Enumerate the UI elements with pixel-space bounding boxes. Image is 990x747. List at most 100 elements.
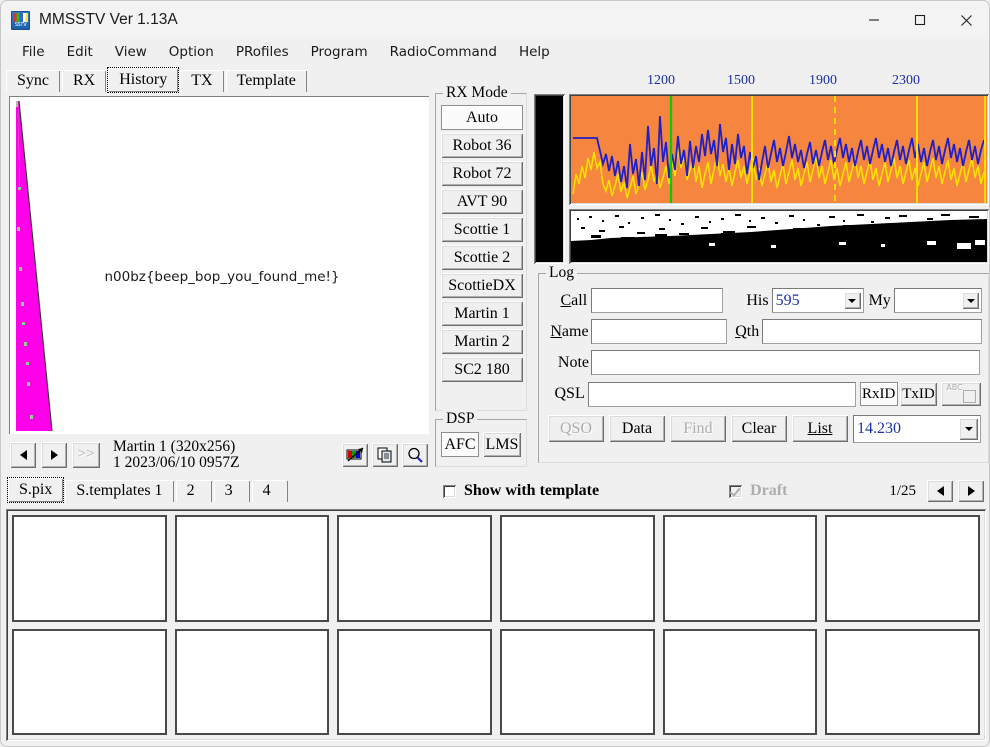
log-note-label: Note [557,353,589,371]
history-fast-forward-button[interactable]: >> [71,440,101,469]
rxid-button[interactable]: RxID [858,381,899,407]
thumbnail-cell[interactable] [337,628,492,735]
rx-mode-robot36[interactable]: Robot 36 [440,132,524,159]
thumbnail-cell[interactable] [662,515,818,622]
rx-mode-robot72[interactable]: Robot 72 [440,160,524,187]
tab-2[interactable]: 2 [174,479,213,503]
menu-help[interactable]: Help [508,41,561,63]
log-call-input[interactable] [591,288,724,313]
rx-mode-list: Auto Robot 36 Robot 72 AVT 90 Scottie 1 … [440,104,524,383]
level-meter [534,94,565,264]
copy-icon[interactable] [371,441,399,468]
zoom-icon[interactable] [401,441,429,468]
rx-mode-scottie2[interactable]: Scottie 2 [440,244,524,271]
tab-spix[interactable]: S.pix [7,477,65,503]
main-tab-bar: Sync RX History TX Template [1,67,435,93]
rx-mode-scottiedx[interactable]: ScottieDX [440,272,524,299]
maximize-icon[interactable] [897,1,943,39]
menu-program[interactable]: Program [300,41,379,63]
clear-button[interactable]: Clear [730,414,788,443]
tab-sync[interactable]: Sync [5,69,61,93]
chevron-down-icon[interactable] [962,292,979,309]
draft-checkbox[interactable] [729,484,743,498]
menu-view[interactable]: View [104,41,158,63]
log-his-label: His [746,291,769,309]
tab-3[interactable]: 3 [212,479,251,503]
rx-mode-sc2180[interactable]: SC2 180 [440,356,524,383]
thumbnail-panel [6,509,986,741]
rx-mode-martin2[interactable]: Martin 2 [440,328,524,355]
menu-file[interactable]: File [11,41,56,63]
log-my-combo[interactable] [893,288,982,313]
triangle-left-icon [937,486,944,496]
frequency-value: 14.230 [857,419,901,437]
chevron-down-icon[interactable] [959,417,978,440]
rx-mode-martin1[interactable]: Martin 1 [440,300,524,327]
page-next-button[interactable] [957,479,985,503]
show-with-template-label: Show with template [464,482,600,499]
log-qth-input[interactable] [762,319,982,344]
spectrum-scale: 1200 1500 1900 2300 [569,73,989,93]
history-image-panel[interactable]: n00bz{beep_bop_you_found_me!} [9,96,429,434]
spectrum-display[interactable] [569,94,989,205]
tab-4[interactable]: 4 [250,479,289,503]
rx-mode-auto[interactable]: Auto [440,104,524,131]
triangle-left-icon [20,450,27,460]
history-next-button[interactable] [40,440,68,469]
log-qsl-input[interactable] [587,381,856,407]
menu-option[interactable]: Option [158,41,225,63]
minimize-icon[interactable] [851,1,897,39]
log-row-name: Name Qth [547,319,982,344]
tab-tx[interactable]: TX [179,69,225,93]
dsp-lms-button[interactable]: LMS [482,431,522,458]
thumbnail-cell[interactable] [500,515,655,622]
thumbnail-cell[interactable] [12,515,167,622]
show-with-template-checkbox[interactable] [443,484,456,498]
menu-radiocommand[interactable]: RadioCommand [379,41,508,63]
history-info: Martin 1 (320x256) 1 2023/06/10 0957Z [113,438,240,471]
rx-mode-scottie1[interactable]: Scottie 1 [440,216,524,243]
dsp-afc-button[interactable]: AFC [440,431,480,458]
window-controls [851,1,989,39]
log-group: Log Call His 595 My Name Qth Note QSL Rx… [538,264,989,463]
txid-button[interactable]: TxID [898,381,939,407]
tab-history[interactable]: History [107,67,180,93]
log-title: Log [546,264,577,282]
frequency-combo[interactable]: 14.230 [853,414,981,443]
history-nav-bar: >> Martin 1 (320x256) 1 2023/06/10 0957Z [9,438,429,471]
close-icon[interactable] [943,1,989,39]
find-button[interactable]: Find [669,414,727,443]
triangle-right-icon [968,486,975,496]
log-note-input[interactable] [591,350,980,375]
rx-mode-avt90[interactable]: AVT 90 [440,188,524,215]
waterfall-display[interactable] [569,209,989,264]
menu-profiles[interactable]: PRofiles [225,41,300,63]
thumbnail-cell[interactable] [174,515,330,622]
title-bar: MMSSTV Ver 1.13A [1,1,989,39]
data-button[interactable]: Data [608,414,666,443]
list-label: List [807,419,833,437]
thumbnail-cell[interactable] [12,628,167,735]
tab-stemplates1[interactable]: S.templates 1 [64,479,175,503]
thumbnail-cell[interactable] [825,515,980,622]
draft-label: Draft [750,482,788,499]
palette-icon[interactable] [341,441,369,468]
rx-mode-title: RX Mode [443,84,511,102]
chevron-down-icon[interactable] [843,292,861,309]
thumbnail-cell[interactable] [662,628,818,735]
thumbnail-cell[interactable] [337,515,492,622]
list-button[interactable]: List [791,414,849,443]
sstv-app-icon [11,10,30,30]
thumbnail-cell[interactable] [500,628,655,735]
history-prev-button[interactable] [9,440,37,469]
thumbnail-cell[interactable] [825,628,980,735]
qso-button[interactable]: QSO [547,414,605,443]
abc-button[interactable]: ABC [940,381,983,407]
page-prev-button[interactable] [926,479,954,503]
log-his-combo[interactable]: 595 [771,288,864,313]
log-name-input[interactable] [590,319,728,344]
tab-rx[interactable]: RX [61,69,108,93]
menu-edit[interactable]: Edit [56,41,104,63]
tab-template[interactable]: Template [224,69,308,93]
thumbnail-cell[interactable] [174,628,330,735]
